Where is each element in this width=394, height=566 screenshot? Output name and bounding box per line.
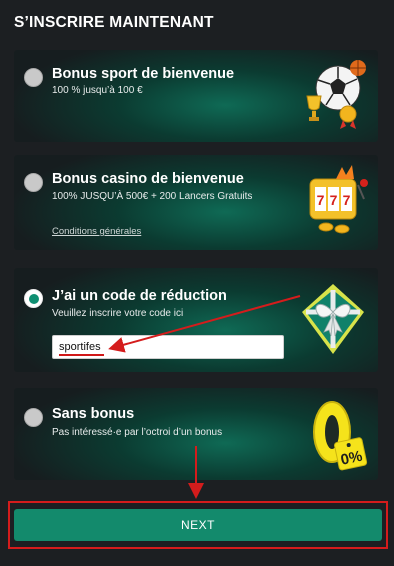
option-promo-code[interactable]: J’ai un code de réduction Veuillez inscr…	[14, 268, 378, 372]
input-underline-annotation	[59, 354, 104, 356]
terms-link[interactable]: Conditions générales	[52, 226, 141, 237]
option-title: J’ai un code de réduction	[52, 288, 227, 304]
svg-text:7: 7	[317, 192, 325, 208]
option-subtitle: Veuillez inscrire votre code ici	[52, 308, 184, 319]
svg-text:7: 7	[330, 192, 338, 208]
next-button[interactable]: NEXT	[14, 509, 382, 541]
option-subtitle: 100% JUSQU’À 500€ + 200 Lancers Gratuits	[52, 191, 253, 202]
zero-percent-icon: 0%	[313, 401, 368, 471]
radio-no-bonus[interactable]	[24, 408, 43, 427]
next-button-highlight: NEXT	[8, 501, 388, 549]
option-title: Bonus sport de bienvenue	[52, 66, 235, 82]
svg-text:7: 7	[343, 192, 351, 208]
option-subtitle: Pas intéressé·e par l’octroi d’un bonus	[52, 427, 223, 438]
option-subtitle: 100 % jusqu’à 100 €	[52, 85, 143, 96]
option-title: Bonus casino de bienvenue	[52, 171, 244, 187]
radio-sport-bonus[interactable]	[24, 68, 43, 87]
page-title: S’INSCRIRE MAINTENANT	[14, 14, 214, 31]
sports-bonus-icon	[306, 60, 366, 129]
option-sport-bonus[interactable]: Bonus sport de bienvenue 100 % jusqu’à 1…	[14, 50, 378, 142]
option-casino-bonus[interactable]: Bonus casino de bienvenue 100% JUSQU’À 5…	[14, 155, 378, 250]
option-title: Sans bonus	[52, 406, 135, 422]
gift-box-icon	[302, 284, 364, 354]
slot-machine-icon: 7 7 7	[309, 165, 368, 234]
radio-casino-bonus[interactable]	[24, 173, 43, 192]
option-no-bonus[interactable]: Sans bonus Pas intéressé·e par l’octroi …	[14, 388, 378, 480]
radio-promo-code[interactable]	[24, 289, 43, 308]
